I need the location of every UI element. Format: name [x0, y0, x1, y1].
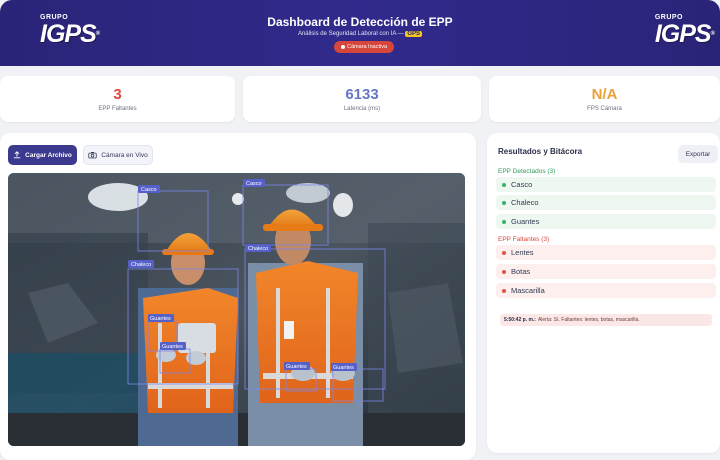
log-entry: 5:50:42 p. m.: Alerta: Sí. Faltantes: len… [500, 314, 712, 326]
detected-header: EPP Detectados (3) [498, 168, 556, 175]
metric-camera-fps: N/A FPS Cámara [489, 76, 720, 122]
app-header: GRUPO IGPS® Dashboard de Detección de EP… [0, 0, 720, 66]
label-chaleco-2: Chaleco [248, 246, 268, 252]
company-logo-right: GRUPO IGPS® [654, 14, 715, 48]
page-subtitle: Análisis de Seguridad Laboral con IA — G… [297, 31, 423, 37]
detection-image: Casco Casco Chaleco Chaleco Guantes Guan… [8, 173, 465, 446]
label-chaleco-1: Chaleco [131, 262, 151, 268]
check-icon [502, 200, 506, 205]
missing-item: Mascarilla [496, 283, 716, 298]
metric-latency: 6133 Latencia (ms) [243, 76, 481, 122]
missing-header: EPP Faltantes (3) [498, 236, 550, 243]
detected-item: Casco [496, 177, 716, 192]
upload-file-button[interactable]: Cargar Archivo [8, 145, 77, 165]
label-guantes-4: Guantes [333, 365, 354, 371]
detected-item: Guantes [496, 214, 716, 229]
live-camera-button[interactable]: Cámara en Vivo [83, 145, 153, 165]
upload-icon [13, 151, 21, 159]
camera-status-badge[interactable]: Cámara Inactiva [334, 41, 394, 53]
check-icon [502, 182, 506, 187]
metric-missing-ppe: 3 EPP Faltantes [0, 76, 235, 122]
missing-item: Botas [496, 264, 716, 279]
detection-panel: Cargar Archivo Cámara en Vivo Casco Casc… [0, 133, 476, 460]
results-panel: Resultados y Bitácora Exportar EPP Detec… [487, 133, 720, 453]
page-title: Dashboard de Detección de EPP [267, 15, 453, 29]
alert-dot-icon [502, 288, 506, 293]
export-button[interactable]: Exportar [678, 145, 718, 163]
check-icon [502, 219, 506, 224]
alert-dot-icon [502, 250, 506, 255]
detected-item: Chaleco [496, 195, 716, 210]
missing-item: Lentes [496, 245, 716, 260]
camera-icon [88, 152, 97, 159]
video-feed[interactable]: Casco Casco Chaleco Chaleco Guantes Guan… [8, 173, 465, 446]
label-casco-1: Casco [141, 187, 157, 193]
label-guantes-3: Guantes [286, 364, 307, 370]
label-guantes-2: Guantes [162, 344, 183, 350]
results-title: Resultados y Bitácora [498, 147, 583, 156]
status-dot-icon [340, 45, 345, 49]
label-guantes-1: Guantes [150, 316, 171, 322]
alert-dot-icon [502, 269, 506, 274]
label-casco-2: Casco [246, 181, 262, 187]
